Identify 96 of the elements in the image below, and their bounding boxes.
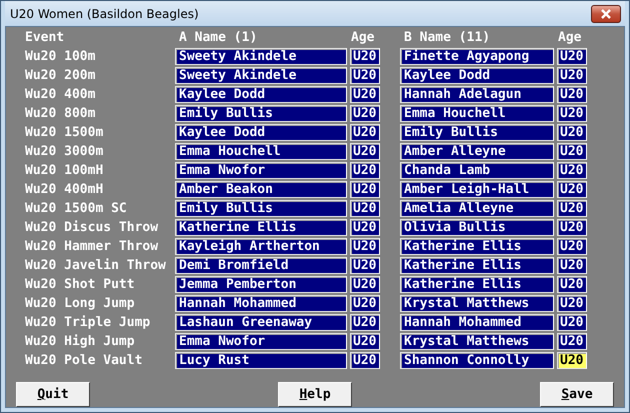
age-field[interactable]: U20 xyxy=(350,200,380,217)
close-icon xyxy=(599,8,613,18)
name-field[interactable]: Amber Leigh-Hall xyxy=(400,181,554,198)
name-field[interactable]: Demi Bromfield xyxy=(175,257,347,274)
event-label: Wu20 Hammer Throw xyxy=(24,238,160,255)
name-header: B Name (11) xyxy=(403,29,492,46)
age-field[interactable]: U20 xyxy=(350,219,380,236)
name-field[interactable]: Amber Beakon xyxy=(175,181,347,198)
age-field[interactable]: U20 xyxy=(557,124,587,141)
name-field[interactable]: Emma Nwofor xyxy=(175,162,347,179)
event-label: Wu20 Discus Throw xyxy=(24,219,160,236)
name-field[interactable]: Finette Agyapong xyxy=(400,48,554,65)
age-field[interactable]: U20 xyxy=(557,314,587,331)
name-field[interactable]: Sweety Akindele xyxy=(175,48,347,65)
event-label: Wu20 Triple Jump xyxy=(24,314,152,331)
name-field[interactable]: Krystal Matthews xyxy=(400,333,554,350)
name-field[interactable]: Hannah Mohammed xyxy=(400,314,554,331)
age-field[interactable]: U20 xyxy=(350,333,380,350)
age-field[interactable]: U20 xyxy=(557,238,587,255)
event-label: Wu20 Shot Putt xyxy=(24,276,136,293)
age-field[interactable]: U20 xyxy=(350,162,380,179)
age-field[interactable]: U20 xyxy=(557,105,587,122)
name-field[interactable]: Chanda Lamb xyxy=(400,162,554,179)
name-field[interactable]: Krystal Matthews xyxy=(400,295,554,312)
age-field[interactable]: U20 xyxy=(557,143,587,160)
name-field[interactable]: Jemma Pemberton xyxy=(175,276,347,293)
event-label: Wu20 200m xyxy=(24,67,96,84)
age-header: Age xyxy=(350,29,376,46)
age-field[interactable]: U20 xyxy=(350,67,380,84)
name-field[interactable]: Emily Bullis xyxy=(175,105,347,122)
name-field[interactable]: Kayleigh Artherton xyxy=(175,238,347,255)
event-label: Wu20 High Jump xyxy=(24,333,136,350)
name-field[interactable]: Emma Houchell xyxy=(400,105,554,122)
event-label: Wu20 100mH xyxy=(24,162,104,179)
age-field[interactable]: U20 xyxy=(350,276,380,293)
event-label: Wu20 800m xyxy=(24,105,96,122)
age-field[interactable]: U20 xyxy=(557,257,587,274)
age-field[interactable]: U20 xyxy=(557,86,587,103)
age-field[interactable]: U20 xyxy=(350,295,380,312)
window-title: U20 Women (Basildon Beagles) xyxy=(10,6,199,20)
age-field[interactable]: U20 xyxy=(350,238,380,255)
event-label: Wu20 100m xyxy=(24,48,96,65)
age-field[interactable]: U20 xyxy=(557,67,587,84)
event-label: Wu20 400m xyxy=(24,86,96,103)
name-field[interactable]: Kaylee Dodd xyxy=(175,86,347,103)
age-field[interactable]: U20 xyxy=(350,48,380,65)
age-field[interactable]: U20 xyxy=(557,181,587,198)
age-field[interactable]: U20 xyxy=(350,124,380,141)
event-label: Wu20 Pole Vault xyxy=(24,352,144,369)
age-field[interactable]: U20 xyxy=(557,162,587,179)
age-field[interactable]: U20 xyxy=(350,105,380,122)
age-field[interactable]: U20 xyxy=(557,333,587,350)
name-field[interactable]: Kaylee Dodd xyxy=(175,124,347,141)
name-field[interactable]: Olivia Bullis xyxy=(400,219,554,236)
event-label: Wu20 1500m SC xyxy=(24,200,128,217)
age-header: Age xyxy=(557,29,582,46)
age-field[interactable]: U20 xyxy=(557,200,587,217)
name-header: A Name (1) xyxy=(178,29,258,46)
name-field[interactable]: Emma Nwofor xyxy=(175,333,347,350)
age-field[interactable]: U20 xyxy=(557,295,587,312)
name-field[interactable]: Sweety Akindele xyxy=(175,67,347,84)
event-header: Event xyxy=(24,29,66,46)
age-field[interactable]: U20 xyxy=(350,352,380,369)
age-field[interactable]: U20 xyxy=(350,314,380,331)
dialog-button[interactable]: Help xyxy=(278,382,352,407)
name-field[interactable]: Emma Houchell xyxy=(175,143,347,160)
event-label: Wu20 Javelin Throw xyxy=(24,257,167,274)
name-field[interactable]: Lucy Rust xyxy=(175,352,347,369)
name-field[interactable]: Hannah Adelagun xyxy=(400,86,554,103)
age-field[interactable]: U20 xyxy=(350,86,380,103)
age-field[interactable]: U20 xyxy=(557,48,587,65)
event-label: Wu20 1500m xyxy=(24,124,104,141)
close-button[interactable] xyxy=(591,4,621,22)
age-field[interactable]: U20 xyxy=(557,276,587,293)
name-field[interactable]: Amber Alleyne xyxy=(400,143,554,160)
name-field[interactable]: Emily Bullis xyxy=(175,200,347,217)
age-field[interactable]: U20 xyxy=(350,181,380,198)
name-field[interactable]: Katherine Ellis xyxy=(400,257,554,274)
dialog-button[interactable]: Quit xyxy=(16,382,90,407)
name-field[interactable]: Amelia Alleyne xyxy=(400,200,554,217)
event-label: Wu20 400mH xyxy=(24,181,104,198)
age-field[interactable]: U20 xyxy=(350,257,380,274)
name-field[interactable]: Katherine Ellis xyxy=(400,238,554,255)
dialog-button[interactable]: Save xyxy=(540,382,614,407)
name-field[interactable]: Shannon Connolly xyxy=(400,352,554,369)
name-field[interactable]: Hannah Mohammed xyxy=(175,295,347,312)
age-field[interactable]: U20 xyxy=(557,219,587,236)
event-label: Wu20 3000m xyxy=(24,143,104,160)
name-field[interactable]: Katherine Ellis xyxy=(175,219,347,236)
event-label: Wu20 Long Jump xyxy=(24,295,136,312)
name-field[interactable]: Emily Bullis xyxy=(400,124,554,141)
name-field[interactable]: Kaylee Dodd xyxy=(400,67,554,84)
age-field[interactable]: U20 xyxy=(557,352,587,369)
age-field[interactable]: U20 xyxy=(350,143,380,160)
name-field[interactable]: Lashaun Greenaway xyxy=(175,314,347,331)
name-field[interactable]: Katherine Ellis xyxy=(400,276,554,293)
